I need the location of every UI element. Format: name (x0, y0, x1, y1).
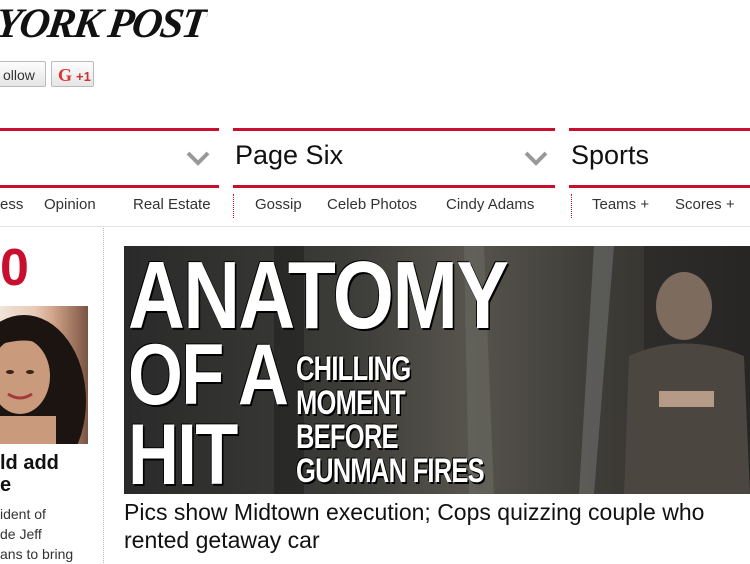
subnav-cindy-adams[interactable]: Cindy Adams (446, 196, 534, 213)
divider (233, 194, 234, 218)
summary-line: ans to bring (0, 546, 74, 562)
google-plus-button[interactable]: G +1 (51, 61, 94, 87)
google-plus-icon: G (58, 65, 73, 85)
hero-subhead-line: MOMENT (296, 384, 406, 422)
person-photo (0, 315, 86, 444)
section-title: Page Six (235, 140, 344, 170)
headline-line: ld add (0, 452, 59, 474)
hero-subhead-line: GUNMAN FIRES (296, 452, 485, 490)
summary-line: ident of (0, 506, 46, 522)
hero-headline-line: OF A (128, 327, 289, 423)
hero-subhead-line: BEFORE (296, 418, 399, 456)
divider (571, 194, 572, 218)
sidebar-summary: ident of de Jeff ans to bring (0, 504, 73, 564)
column-divider (103, 228, 104, 563)
hero-image[interactable]: ANATOMY OF A HIT CHILLING MOMENT BEFORE … (124, 246, 750, 494)
google-plus-label: +1 (76, 69, 91, 84)
sidebar-number: 0 (0, 239, 29, 297)
section-news[interactable] (0, 128, 219, 188)
subnav-teams[interactable]: Teams + (592, 196, 649, 213)
section-sports[interactable]: Sports (569, 128, 750, 188)
hero-headline-line: HIT (128, 407, 238, 494)
subnav-business[interactable]: ess (0, 196, 23, 213)
sidebar-headline[interactable]: ld add e (0, 452, 59, 496)
headline-line: e (0, 474, 12, 496)
divider (0, 226, 750, 227)
subnav-celeb-photos[interactable]: Celeb Photos (327, 196, 417, 213)
subnav-opinion[interactable]: Opinion (44, 196, 96, 213)
follow-button[interactable]: ollow (0, 61, 46, 87)
section-title: Sports (571, 140, 650, 170)
hero-caption-link[interactable]: Pics show Midtown execution; Cops quizzi… (124, 498, 750, 554)
chevron-down-icon[interactable] (183, 143, 213, 173)
site-logo[interactable]: YORK POST (0, 0, 209, 48)
sidebar-photo[interactable] (0, 306, 88, 444)
section-page-six[interactable]: Page Six (233, 128, 555, 188)
subnav-gossip[interactable]: Gossip (255, 196, 302, 213)
hero-subhead-line: CHILLING (296, 350, 411, 388)
subnav-scores[interactable]: Scores + (675, 196, 735, 213)
subnav-real-estate[interactable]: Real Estate (133, 196, 211, 213)
chevron-down-icon[interactable] (521, 143, 551, 173)
summary-line: de Jeff (0, 526, 42, 542)
